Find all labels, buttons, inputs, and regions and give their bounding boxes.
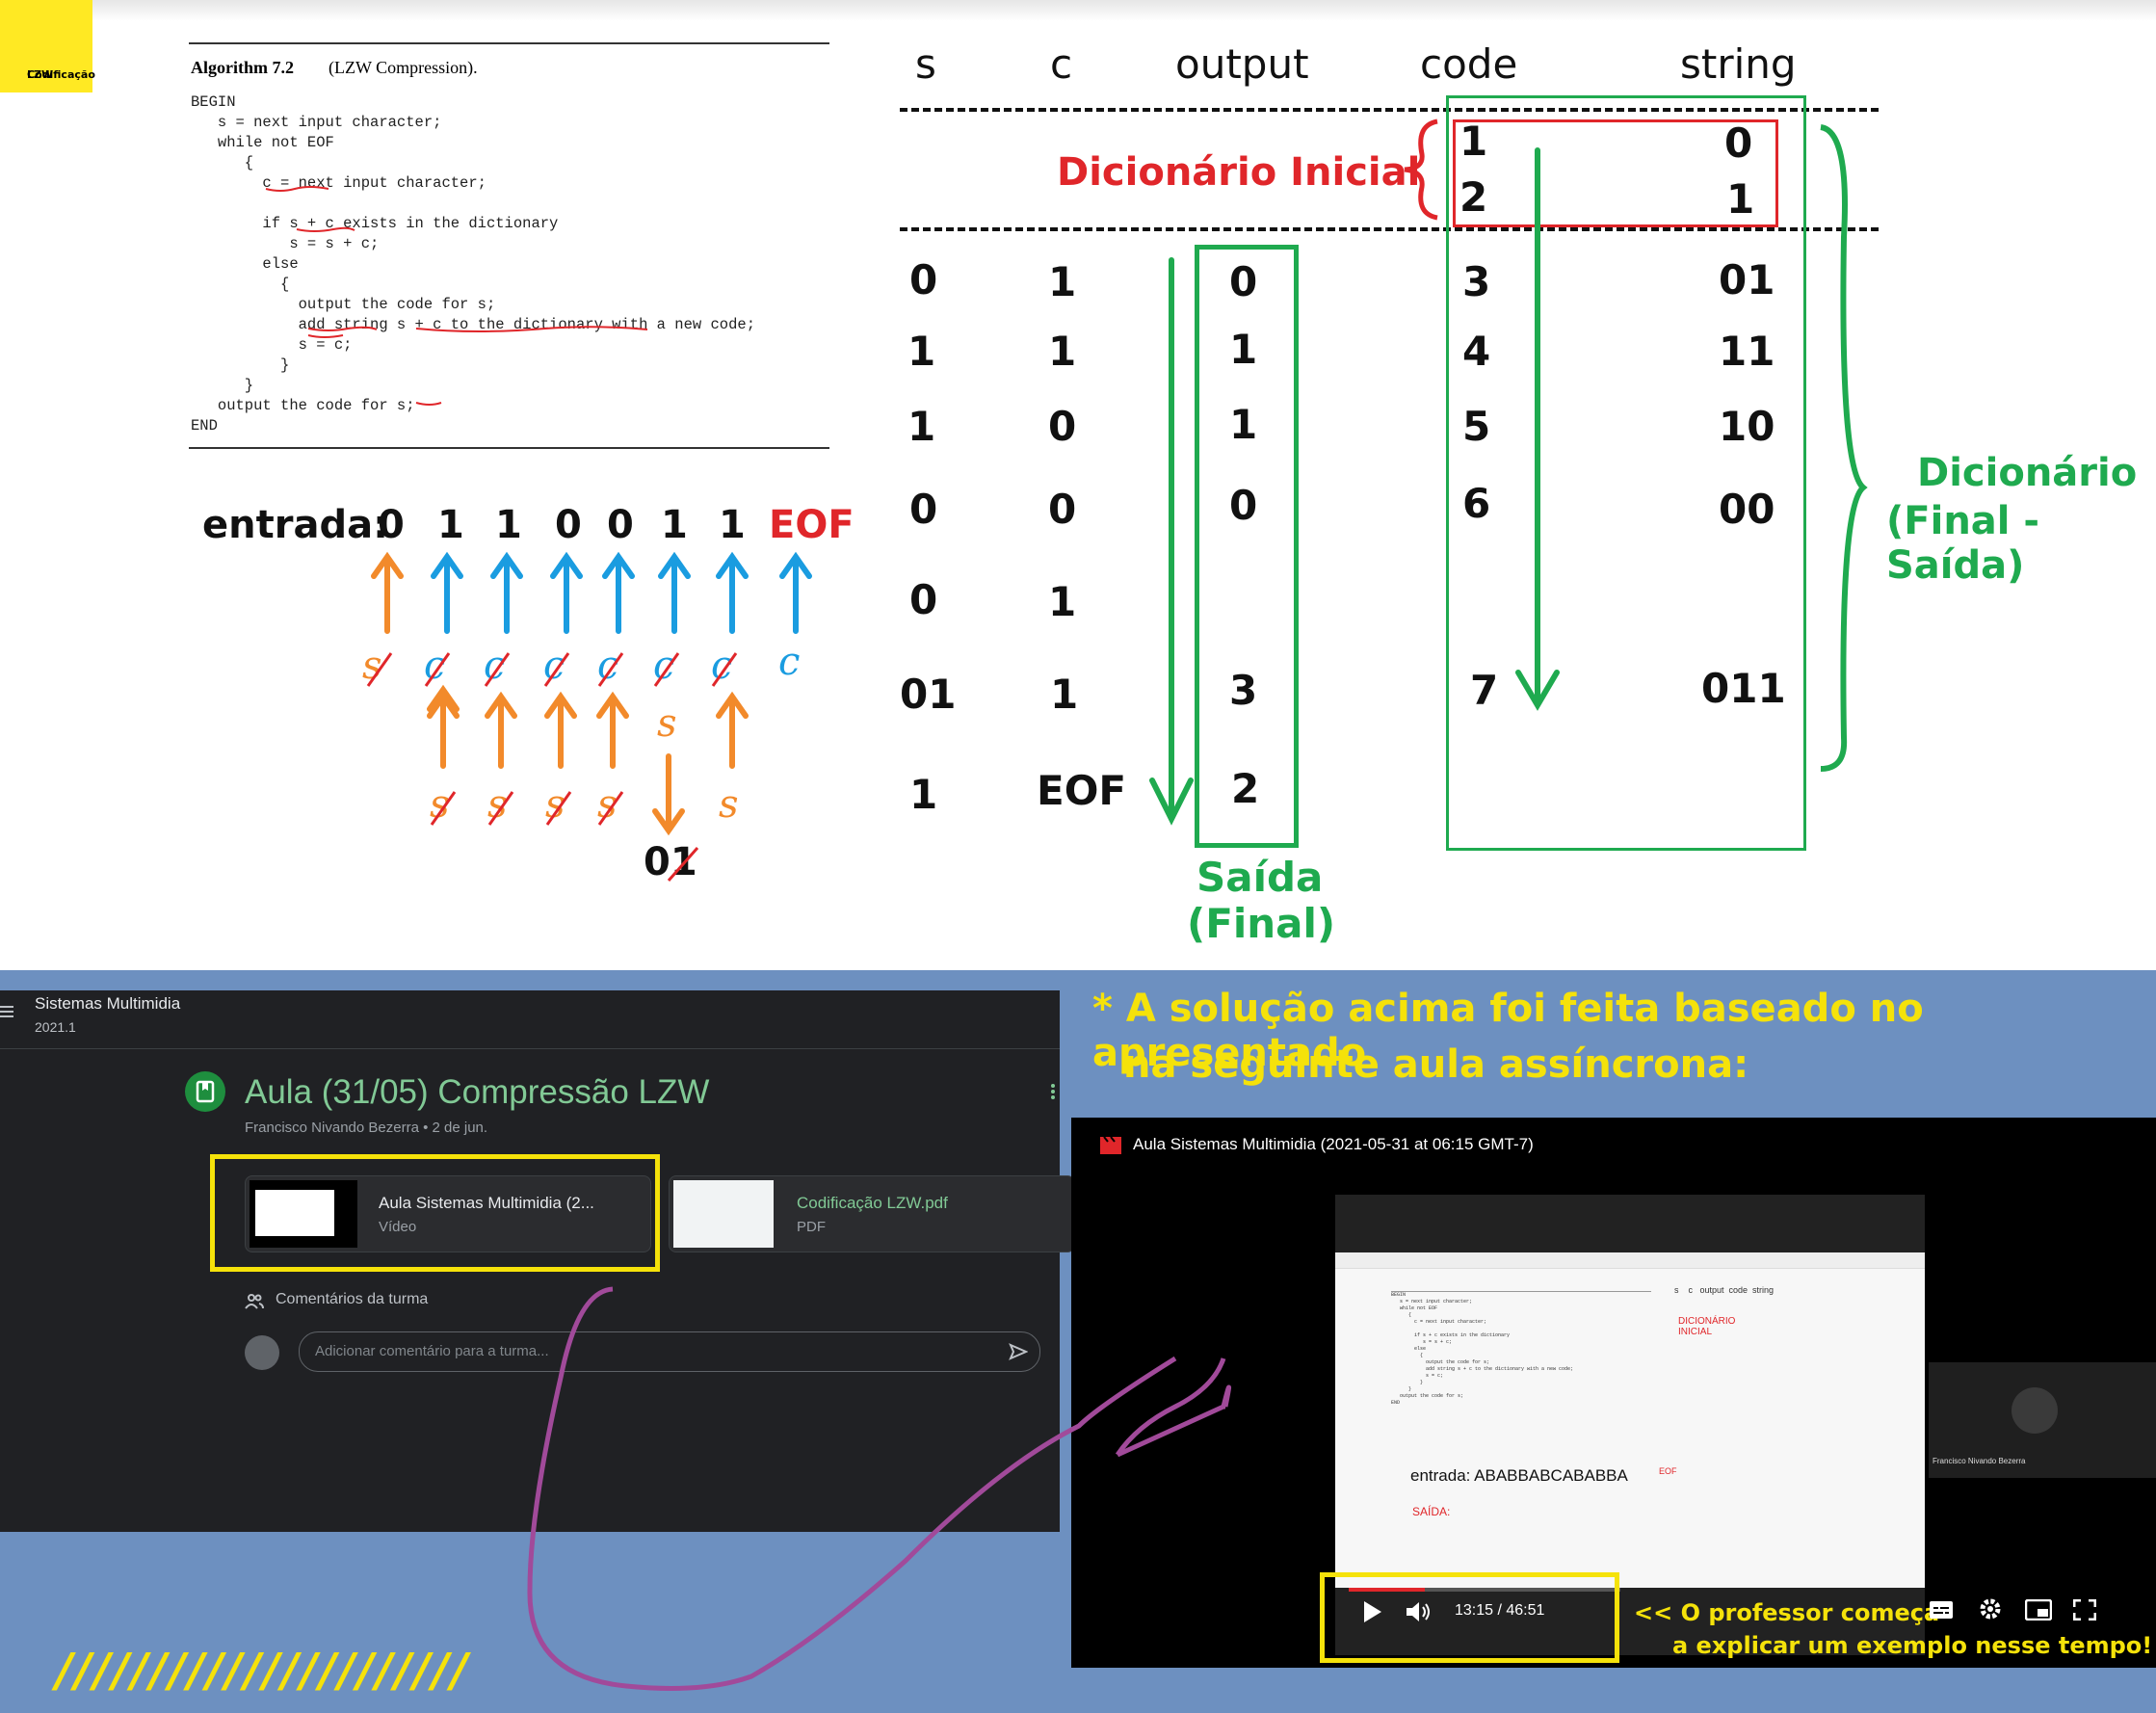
- cell-string: 11: [1719, 328, 1775, 375]
- cell-c-eof: EOF: [1037, 767, 1127, 814]
- cell-s: 0: [909, 256, 938, 303]
- inner-headers: s c output code string: [1674, 1285, 1775, 1295]
- cell-output: 0: [1229, 258, 1258, 305]
- inner-entrada: entrada: ABABBABCABABBA: [1410, 1466, 1628, 1485]
- cell-c: 1: [1050, 671, 1079, 718]
- cell-output: 0: [1229, 482, 1258, 529]
- strike-marks: [366, 652, 738, 826]
- highlight-time: [1320, 1572, 1619, 1663]
- saida-label: Saída: [1196, 854, 1324, 901]
- inner-eof: EOF: [1659, 1466, 1677, 1476]
- attachment-title: Codificação LZW.pdf: [797, 1194, 948, 1212]
- cell-code: 7: [1470, 667, 1499, 714]
- post-title: Aula (31/05) Compressão LZW: [245, 1073, 710, 1111]
- col-header-output: output: [1175, 40, 1309, 88]
- highlight-video-attachment: [210, 1154, 660, 1272]
- presenter-tile: Francisco Nivando Bezerra: [1929, 1362, 2156, 1478]
- algorithm-underlines: [265, 186, 648, 406]
- cell-string: 00: [1719, 486, 1775, 533]
- cell-code: 3: [1462, 258, 1491, 305]
- inner-algorithm: BEGIN s = next input character; while no…: [1391, 1291, 1651, 1427]
- green-arrows: [1149, 147, 1560, 826]
- cell-c: 0: [1048, 403, 1077, 450]
- course-term: 2021.1: [35, 1019, 76, 1035]
- cell-s: 1: [907, 328, 936, 375]
- post-meta: Francisco Nivando Bezerra • 2 de jun.: [245, 1120, 488, 1136]
- cell-c: 1: [1048, 258, 1077, 305]
- video-player[interactable]: Aula Sistemas Multimidia (2021-05-31 at …: [1071, 1118, 2156, 1668]
- connector-arrow: [527, 1286, 1231, 1691]
- miniplayer-icon[interactable]: [2024, 1598, 2053, 1621]
- cell-s: 0: [909, 486, 938, 533]
- cell-c: 0: [1048, 486, 1077, 533]
- inner-slide: BEGIN s = next input character; while no…: [1335, 1252, 1925, 1588]
- top-strip: [0, 0, 2156, 21]
- cell-output: 3: [1229, 667, 1258, 714]
- cell-s: 1: [907, 403, 936, 450]
- col-header-string: string: [1680, 40, 1797, 88]
- inner-saida: SAÍDA:: [1412, 1505, 1451, 1518]
- clapper-icon: [1100, 1136, 1121, 1154]
- col-header-code: code: [1420, 40, 1518, 88]
- more-icon[interactable]: [1050, 1083, 1056, 1100]
- crossed-01-strike: [667, 847, 699, 882]
- cell-output: 2: [1231, 765, 1260, 812]
- cell-c: 1: [1048, 578, 1077, 625]
- c-mark: c: [778, 640, 801, 684]
- inner-toolbar: [1335, 1252, 1925, 1269]
- pdf-attachment[interactable]: Codificação LZW.pdf PDF: [669, 1175, 1075, 1252]
- cell-code: 6: [1462, 480, 1491, 527]
- saida-sublabel: (Final): [1187, 900, 1336, 947]
- cell-s: 0: [909, 576, 938, 623]
- captions-icon[interactable]: [1929, 1599, 1954, 1621]
- dict-final-label: Dicionário: [1917, 451, 2138, 495]
- comments-label[interactable]: Comentários da turma: [276, 1291, 428, 1308]
- note-line2: na seguinte aula assíncrona:: [1123, 1042, 1749, 1087]
- cell-code: 4: [1462, 328, 1491, 375]
- menu-icon[interactable]: [0, 1004, 15, 1017]
- presenter-avatar: [2011, 1387, 2058, 1434]
- pdf-thumbnail: [673, 1180, 774, 1248]
- cell-output: 1: [1229, 401, 1258, 448]
- fullscreen-icon[interactable]: [2072, 1598, 2097, 1621]
- inner-dict-label: DICIONÁRIO INICIAL: [1678, 1316, 1736, 1337]
- presenter-name: Francisco Nivando Bezerra: [1933, 1457, 2026, 1465]
- col-header-s: s: [915, 40, 936, 88]
- cell-s: 01: [900, 671, 957, 718]
- cell-code: 5: [1462, 403, 1491, 450]
- cell-output: 1: [1229, 326, 1258, 373]
- cell-string: 10: [1719, 403, 1775, 450]
- video-title: Aula Sistemas Multimidia (2021-05-31 at …: [1133, 1135, 1534, 1153]
- material-icon: [185, 1071, 225, 1112]
- tag-line2: LZW: [27, 68, 54, 81]
- avatar: [245, 1335, 279, 1370]
- callout-line1: << O professor começa: [1634, 1599, 1940, 1626]
- dictionary-brace: [1820, 124, 1868, 772]
- cell-string: 011: [1701, 665, 1786, 712]
- callout-line2: a explicar um exemplo nesse tempo!: [1672, 1632, 2153, 1659]
- people-icon: [245, 1293, 264, 1310]
- cell-string: 01: [1719, 256, 1775, 303]
- attachment-type: PDF: [797, 1219, 826, 1235]
- algorithm-box: Algorithm 7.2 (LZW Compression). BEGIN s …: [189, 42, 829, 449]
- cell-s: 1: [909, 771, 938, 818]
- dict-final-sublabel: (Final - Saída): [1886, 499, 2040, 588]
- col-header-c: c: [1050, 40, 1073, 88]
- cell-c: 1: [1048, 328, 1077, 375]
- decorative-slashes: //////////////////////: [56, 1644, 470, 1698]
- settings-icon[interactable]: [1979, 1597, 2002, 1621]
- slide-tag: Codificação LZW: [0, 0, 95, 92]
- course-name[interactable]: Sistemas Multimidia: [35, 994, 180, 1014]
